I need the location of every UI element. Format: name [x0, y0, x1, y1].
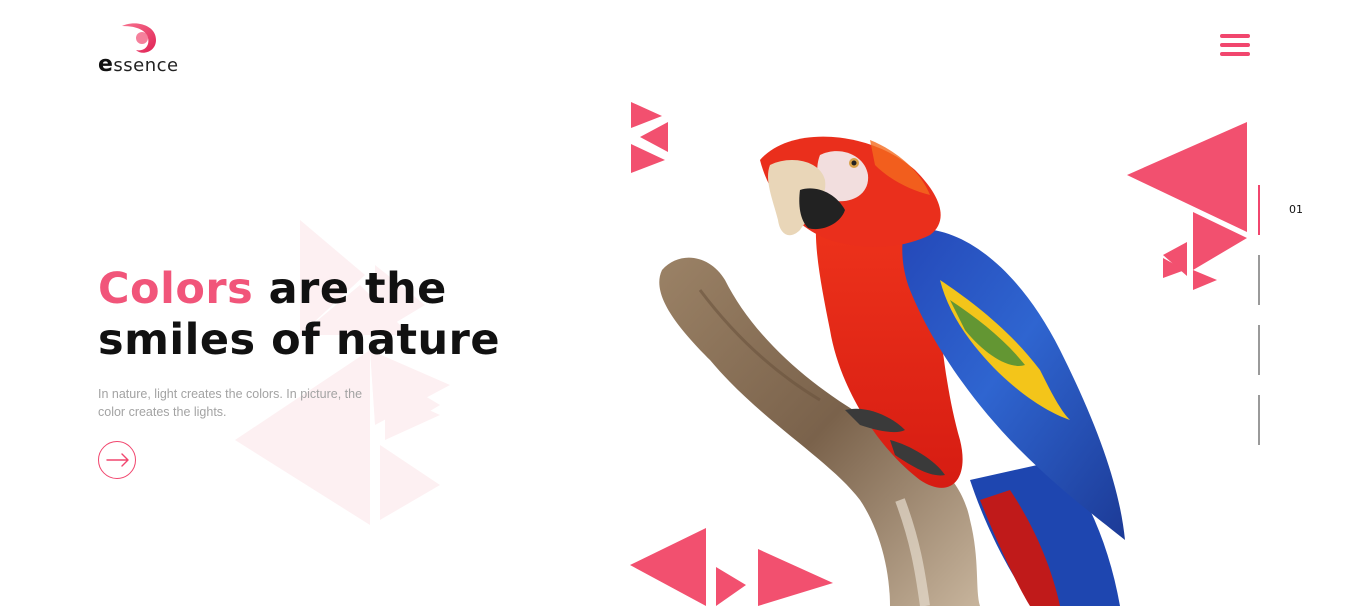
slide-indicator-3[interactable] — [1258, 325, 1260, 375]
slide-current-number: 01 — [1289, 203, 1303, 216]
hero-headline: Colors are the smiles of nature — [98, 264, 618, 366]
slide-indicator-1[interactable] — [1258, 185, 1260, 235]
slide-pager: 01 — [1258, 185, 1318, 455]
hero-subtext: In nature, light creates the colors. In … — [98, 387, 363, 419]
background-triangles-decoration — [235, 220, 450, 525]
menu-button[interactable] — [1220, 34, 1252, 62]
next-arrow-button[interactable] — [98, 441, 136, 479]
slide-indicator-2[interactable] — [1258, 255, 1260, 305]
brand-logo[interactable]: essence — [98, 22, 188, 77]
brand-wordmark: essence — [98, 52, 179, 77]
brand-first-letter: e — [98, 52, 114, 77]
arrow-right-icon — [106, 453, 129, 467]
parrot-photo — [659, 136, 1125, 606]
hamburger-menu-icon — [1220, 34, 1250, 38]
brand-name-rest: ssence — [113, 55, 179, 76]
slide-indicator-4[interactable] — [1258, 395, 1260, 445]
headline-accent: Colors — [98, 264, 254, 314]
